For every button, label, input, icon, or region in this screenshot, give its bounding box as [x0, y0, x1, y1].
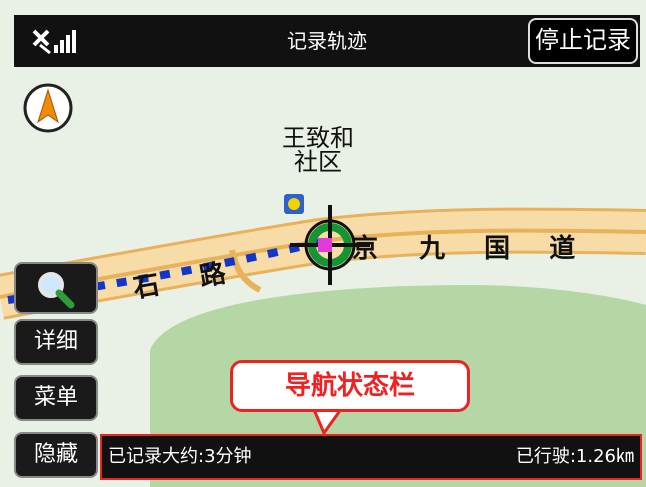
hide-button[interactable]: 隐藏	[14, 432, 98, 478]
road-name-right: 京 九 国 道	[352, 228, 575, 265]
navigation-screen: 王致和 社区 王 石 路 京 九 国 道 记录轨迹 停止记录	[0, 0, 646, 487]
status-bar-callout: 导航状态栏	[230, 360, 470, 412]
road-char: 道	[549, 234, 576, 264]
search-button[interactable]	[14, 262, 98, 314]
compass-icon[interactable]	[22, 82, 74, 134]
poi-label-line2: 社区	[294, 148, 342, 176]
road-char: 京	[352, 234, 379, 264]
navigation-status-bar: 已记录大约:3分钟 已行驶:1.26㎞	[100, 434, 642, 480]
road-char: 九	[419, 234, 446, 264]
top-bar: 记录轨迹 停止记录	[14, 15, 640, 67]
stop-recording-button[interactable]: 停止记录	[528, 18, 638, 64]
road-char: 国	[484, 234, 511, 264]
distance-text: 已行驶:1.26㎞	[515, 446, 634, 467]
magnifier-icon	[38, 272, 75, 309]
poi-label: 王致和 社区	[268, 126, 368, 174]
recorded-time-text: 已记录大约:3分钟	[108, 446, 252, 467]
menu-button[interactable]: 菜单	[14, 375, 98, 421]
poi-marker-icon	[284, 194, 304, 214]
poi-label-line1: 王致和	[282, 124, 354, 152]
road-char: 石	[131, 270, 162, 305]
detail-button[interactable]: 详细	[14, 319, 98, 365]
